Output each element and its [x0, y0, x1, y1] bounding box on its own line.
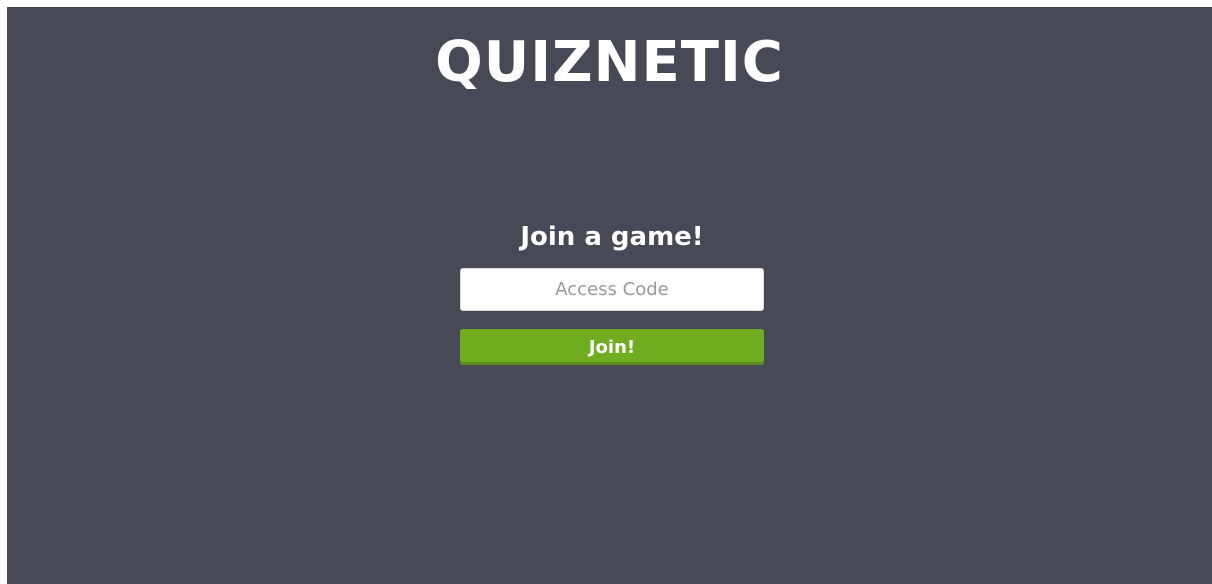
join-game-panel: Join a game! Join! — [460, 215, 764, 365]
access-code-input[interactable] — [460, 268, 764, 311]
page-background: QUIZNETIC Join a game! Join! — [7, 7, 1212, 584]
join-button[interactable]: Join! — [460, 329, 764, 365]
join-heading: Join a game! — [520, 222, 704, 252]
site-logo-title: QUIZNETIC — [435, 30, 784, 95]
